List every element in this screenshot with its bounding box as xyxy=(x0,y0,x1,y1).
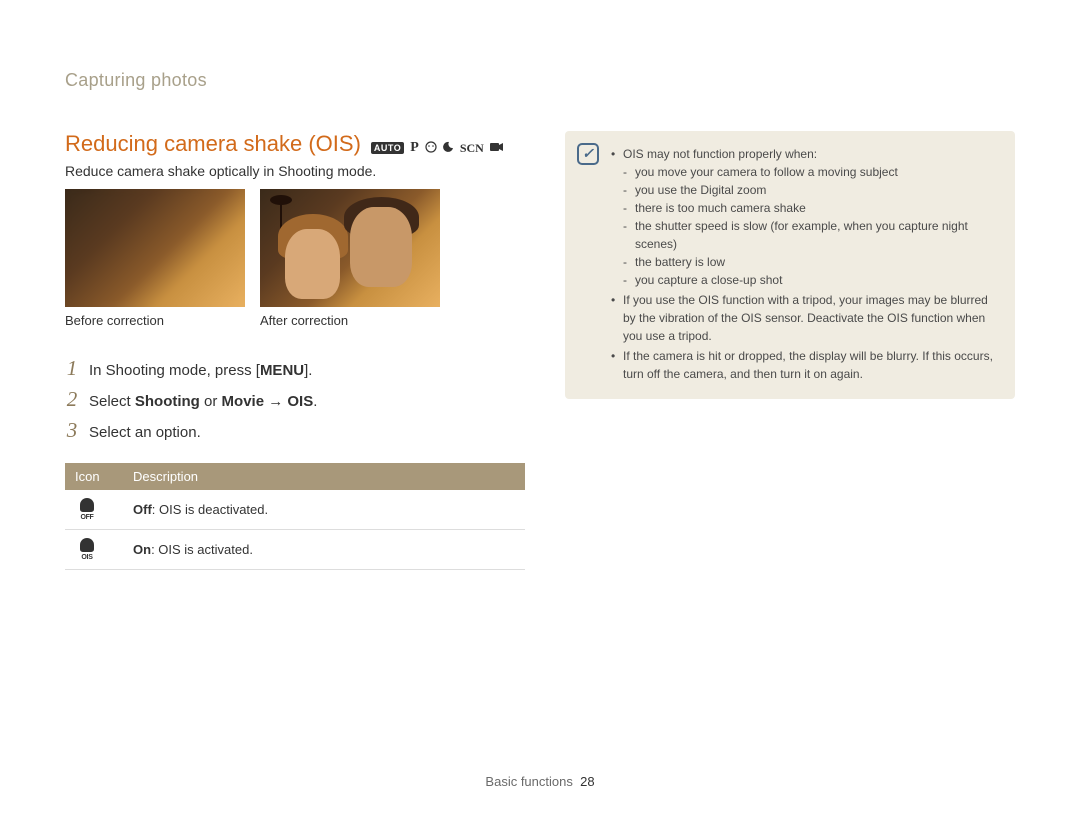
step-number: 2 xyxy=(65,387,79,412)
table-row: Off: OIS is deactivated. xyxy=(65,490,525,530)
step-text: Select an option. xyxy=(89,424,525,441)
note-icon: ✓ xyxy=(577,143,599,165)
note-sub-item: there is too much camera shake xyxy=(623,199,999,217)
mode-badges: AUTO P SCN xyxy=(371,140,504,156)
breadcrumb: Capturing photos xyxy=(65,70,1015,91)
step-number: 3 xyxy=(65,418,79,443)
steps-list: 1 In Shooting mode, press [MENU]. 2 Sele… xyxy=(65,356,525,443)
table-head-icon: Icon xyxy=(65,463,123,490)
step-text: In Shooting mode, press [MENU]. xyxy=(89,362,525,379)
caption-before: Before correction xyxy=(65,313,245,328)
intro-text: Reduce camera shake optically in Shootin… xyxy=(65,163,525,179)
mode-movie-icon xyxy=(490,142,504,155)
photo-after xyxy=(260,189,440,307)
page-footer: Basic functions 28 xyxy=(0,774,1080,789)
mode-auto-icon: AUTO xyxy=(371,142,404,154)
note-sub-item: the shutter speed is slow (for example, … xyxy=(623,217,999,253)
note-sub-item: you move your camera to follow a moving … xyxy=(623,163,999,181)
ois-on-icon xyxy=(75,538,99,558)
note-sub-item: you capture a close-up shot xyxy=(623,271,999,289)
note-bullet: If you use the OIS function with a tripo… xyxy=(611,291,999,345)
table-row: On: OIS is activated. xyxy=(65,530,525,570)
note-sub-item: the battery is low xyxy=(623,253,999,271)
note-bullet: If the camera is hit or dropped, the dis… xyxy=(611,347,999,383)
ois-off-icon xyxy=(75,498,99,518)
section-title: Reducing camera shake (OIS) xyxy=(65,131,361,157)
step-text: Select Shooting or Movie → OIS. xyxy=(89,393,525,410)
step-number: 1 xyxy=(65,356,79,381)
note-sub-item: you use the Digital zoom xyxy=(623,181,999,199)
mode-night-icon xyxy=(443,141,454,155)
mode-scn-icon: SCN xyxy=(460,141,484,156)
mode-p-icon: P xyxy=(410,140,419,156)
note-box: ✓ OIS may not function properly when: yo… xyxy=(565,131,1015,399)
mode-beauty-icon xyxy=(425,141,437,156)
options-table: Icon Description Off: OIS is deactivated… xyxy=(65,463,525,570)
caption-after: After correction xyxy=(260,313,440,328)
note-lead: OIS may not function properly when: xyxy=(623,147,817,161)
photo-before xyxy=(65,189,245,307)
table-head-desc: Description xyxy=(123,463,525,490)
